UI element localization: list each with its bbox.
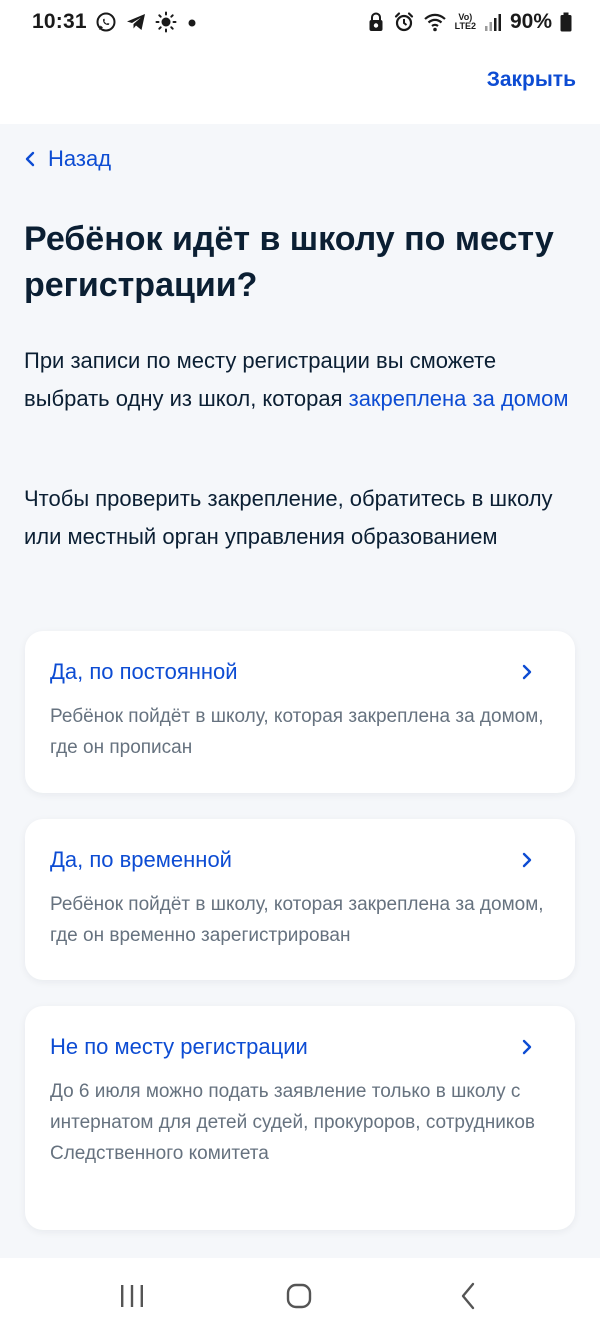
lock-icon [367,11,385,33]
battery-icon [560,12,572,32]
battery-level: 90% [509,10,552,33]
chevron-left-icon [24,150,36,168]
close-button[interactable]: Закрыть [487,68,576,92]
main-content: Назад Ребёнок идёт в школу по месту реги… [0,124,600,1258]
lte-indicator: Vo) LTE2 [455,13,476,31]
option-description: До 6 июля можно подать заявление только … [50,1081,535,1164]
option-not-by-registration[interactable]: Не по месту регистрации До 6 июля можно … [25,1006,575,1230]
option-title-row: Да, по постоянной [50,657,551,687]
status-bar-left: 10:31 [32,10,199,34]
option-description: Ребёнок пойдёт в школу, которая закрепле… [50,894,544,946]
option-description: Ребёнок пойдёт в школу, которая закрепле… [50,706,544,758]
page-title: Ребёнок идёт в школу по месту регистраци… [24,220,554,304]
whatsapp-icon [95,11,117,33]
option-title-row: Да, по временной [50,845,551,875]
status-bar: 10:31 Vo) LTE2 90% [0,0,600,44]
info-paragraph: При записи по месту регистрации вы сможе… [24,342,576,418]
option-temporary-registration[interactable]: Да, по временной Ребёнок пойдёт в школу,… [25,819,575,980]
back-button[interactable]: Назад [24,146,111,172]
option-title-row: Не по месту регистрации [50,1032,551,1062]
system-navigation-bar [0,1258,600,1332]
recents-icon[interactable] [102,1276,162,1316]
school-assignment-link[interactable]: закреплена за домом [349,386,569,411]
wifi-icon [423,11,447,33]
lte-network-label: LTE2 [454,21,476,31]
status-time: 10:31 [32,10,87,33]
back-icon[interactable] [438,1276,498,1316]
check-info-paragraph: Чтобы проверить закрепление, обратитесь … [24,486,553,549]
status-bar-right: Vo) LTE2 90% [367,10,572,34]
chevron-right-icon [515,848,539,872]
signal-icon [484,12,502,32]
dot-icon [185,15,199,29]
back-label: Назад [48,146,112,171]
alarm-icon [393,11,415,33]
sun-icon [155,11,177,33]
chevron-right-icon [515,1035,539,1059]
option-title: Да, по временной [50,847,232,872]
telegram-icon [125,11,147,33]
home-icon[interactable] [269,1276,329,1316]
option-permanent-registration[interactable]: Да, по постоянной Ребёнок пойдёт в школу… [25,631,575,793]
screen: 10:31 Vo) LTE2 90% Закрыть Назад Ребёнок… [0,0,600,1332]
option-title: Да, по постоянной [50,659,238,684]
top-header: Закрыть [0,44,600,124]
option-title: Не по месту регистрации [50,1034,308,1059]
chevron-right-icon [515,660,539,684]
